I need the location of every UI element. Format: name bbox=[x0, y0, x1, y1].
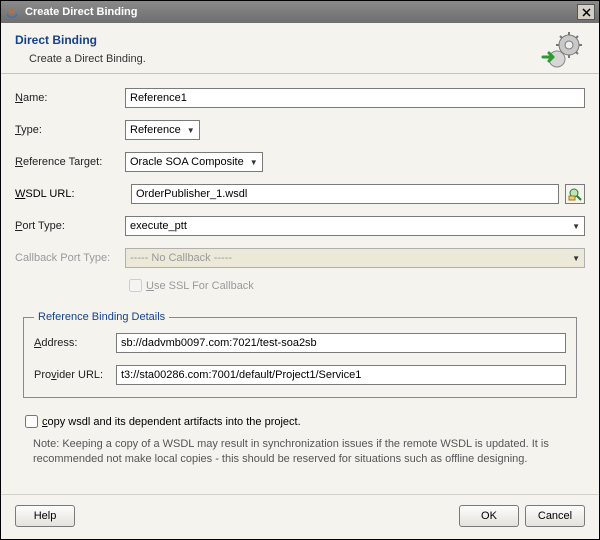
window-title: Create Direct Binding bbox=[25, 6, 577, 18]
address-input[interactable] bbox=[116, 333, 566, 353]
type-select-value: Reference bbox=[130, 124, 181, 136]
port-type-value: execute_ptt bbox=[130, 220, 187, 232]
reference-target-label: Reference Target: bbox=[15, 156, 125, 168]
close-icon bbox=[582, 8, 591, 17]
help-button[interactable]: Help bbox=[15, 505, 75, 527]
chevron-down-icon: ▼ bbox=[572, 254, 580, 263]
dialog-footer: Help OK Cancel bbox=[1, 494, 599, 539]
titlebar[interactable]: Create Direct Binding bbox=[1, 1, 599, 23]
port-type-select[interactable]: execute_ptt ▼ bbox=[125, 216, 585, 236]
provider-url-label: Provider URL: bbox=[34, 369, 116, 381]
copy-wsdl-checkbox[interactable] bbox=[25, 415, 38, 428]
provider-url-input[interactable] bbox=[116, 365, 566, 385]
ok-button[interactable]: OK bbox=[459, 505, 519, 527]
type-select[interactable]: Reference ▼ bbox=[125, 120, 200, 140]
header-description: Create a Direct Binding. bbox=[29, 53, 585, 65]
copy-wsdl-note: Note: Keeping a copy of a WSDL may resul… bbox=[33, 437, 579, 467]
java-icon bbox=[5, 5, 19, 19]
port-type-label: Port Type: bbox=[15, 220, 125, 232]
cancel-button[interactable]: Cancel bbox=[525, 505, 585, 527]
address-label: Address: bbox=[34, 337, 116, 349]
copy-wsdl-label: copy wsdl and its dependent artifacts in… bbox=[42, 416, 301, 428]
dialog-window: Create Direct Binding Direct Binding Cre… bbox=[0, 0, 600, 540]
reference-target-value: Oracle SOA Composite bbox=[130, 156, 244, 168]
browse-wsdl-button[interactable] bbox=[565, 184, 585, 204]
use-ssl-checkbox bbox=[129, 279, 142, 292]
chevron-down-icon: ▼ bbox=[572, 222, 580, 231]
callback-port-type-value: ----- No Callback ----- bbox=[130, 252, 232, 264]
callback-port-type-select: ----- No Callback ----- ▼ bbox=[125, 248, 585, 268]
callback-port-type-label: Callback Port Type: bbox=[15, 252, 125, 264]
chevron-down-icon: ▼ bbox=[187, 126, 195, 135]
name-label: Name: bbox=[15, 92, 125, 104]
name-input[interactable] bbox=[125, 88, 585, 108]
wsdl-url-input[interactable] bbox=[131, 184, 559, 204]
form-body: Name: Type: Reference ▼ Reference Target… bbox=[1, 74, 599, 494]
close-button[interactable] bbox=[577, 4, 595, 20]
browse-icon bbox=[568, 187, 582, 201]
wsdl-url-label: WSDL URL: bbox=[15, 188, 125, 200]
reference-target-select[interactable]: Oracle SOA Composite ▼ bbox=[125, 152, 263, 172]
details-legend: Reference Binding Details bbox=[34, 311, 169, 323]
dialog-header: Direct Binding Create a Direct Binding. bbox=[1, 23, 599, 74]
use-ssl-label: Use SSL For Callback bbox=[146, 280, 254, 292]
binding-gear-icon bbox=[539, 31, 585, 71]
header-title: Direct Binding bbox=[15, 33, 585, 47]
reference-binding-details-group: Reference Binding Details Address: Provi… bbox=[23, 311, 577, 398]
chevron-down-icon: ▼ bbox=[250, 158, 258, 167]
type-label: Type: bbox=[15, 124, 125, 136]
